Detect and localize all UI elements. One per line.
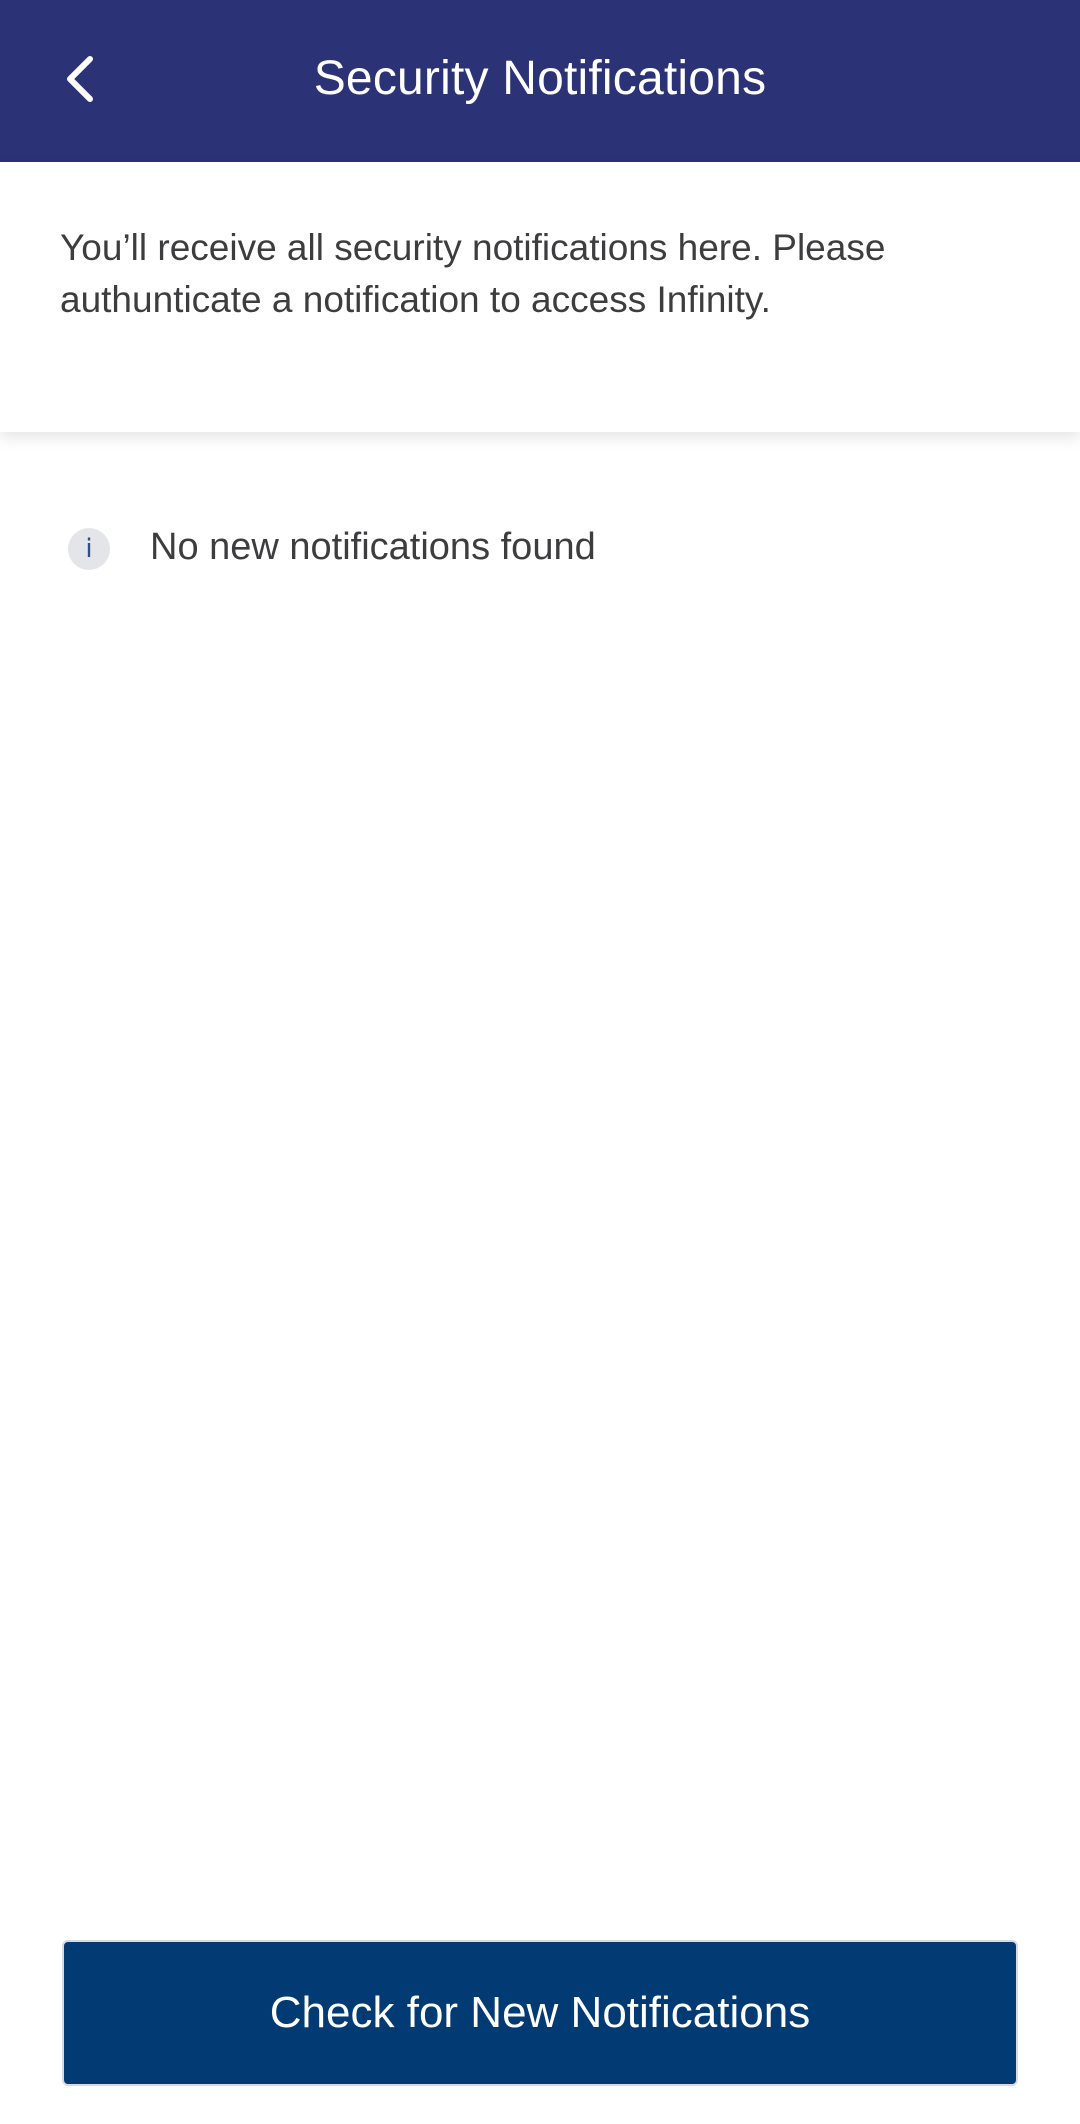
app-header: Security Notifications [0, 0, 1080, 162]
chevron-left-icon [60, 51, 100, 112]
empty-state: i No new notifications found [68, 524, 596, 570]
check-for-new-notifications-button[interactable]: Check for New Notifications [62, 1940, 1018, 2086]
info-icon: i [68, 528, 110, 570]
page-title: Security Notifications [313, 51, 767, 105]
app-screen: Security Notifications You’ll receive al… [0, 0, 1080, 2124]
notifications-list: i No new notifications found [0, 432, 1080, 2124]
intro-card: You’ll receive all security notification… [0, 162, 1080, 432]
back-button[interactable] [40, 41, 120, 121]
intro-text: You’ll receive all security notification… [60, 227, 886, 320]
empty-state-message: No new notifications found [150, 525, 596, 568]
